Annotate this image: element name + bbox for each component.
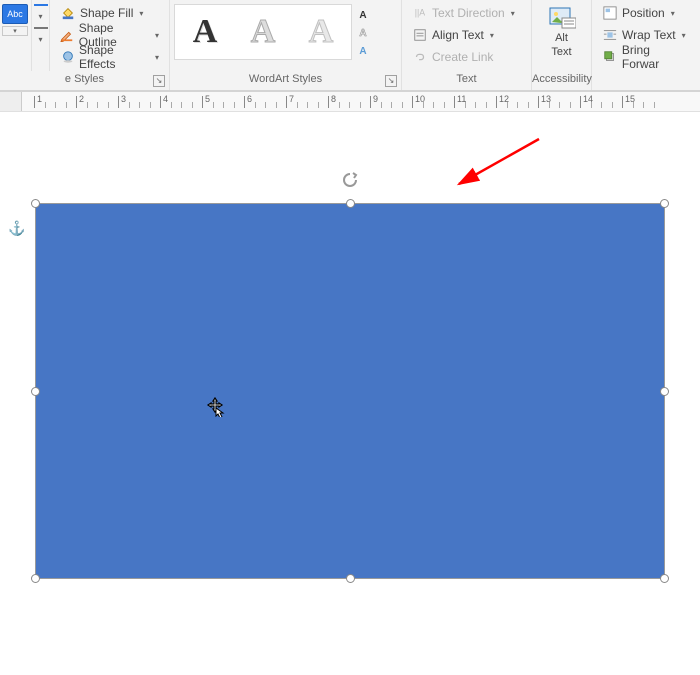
shape-effects-button[interactable]: Shape Effects ▾ — [56, 46, 163, 68]
shape-effects-label: Shape Effects — [79, 43, 149, 71]
ruler-ticks: 123456789101112131415 — [22, 92, 700, 112]
text-group: ||A Text Direction ▾ Align Text ▾ Create… — [402, 0, 532, 72]
chevron-down-icon[interactable]: ▾ — [155, 31, 159, 40]
line-style-group: ▾ ▾ — [32, 0, 50, 72]
resize-handle-br[interactable] — [660, 574, 669, 583]
object-anchor-icon: ⚓ — [8, 220, 25, 237]
text-fill-button[interactable]: A — [354, 10, 372, 24]
wrap-text-icon — [602, 27, 618, 43]
position-label: Position — [622, 6, 665, 20]
text-outline-button[interactable]: A — [354, 28, 372, 42]
wordart-style-3[interactable]: A — [293, 7, 349, 57]
text-direction-button: ||A Text Direction ▾ — [408, 2, 525, 24]
resize-handle-tm[interactable] — [346, 199, 355, 208]
wrap-text-label: Wrap Text — [622, 28, 676, 42]
wordart-gallery[interactable]: A A A — [174, 4, 352, 60]
align-text-icon — [412, 27, 428, 43]
text-direction-label: Text Direction — [432, 6, 505, 20]
wordart-style-1[interactable]: A — [177, 7, 233, 57]
text-group-label: Text — [402, 71, 532, 90]
text-direction-icon: ||A — [412, 5, 428, 21]
alt-text-icon — [548, 6, 576, 30]
resize-handle-bl[interactable] — [31, 574, 40, 583]
shape-fill-label: Shape Fill — [80, 6, 133, 20]
line-weight-swatch[interactable] — [34, 27, 48, 29]
accessibility-group-label: Accessibility — [532, 71, 592, 90]
bring-forward-label: Bring Forwar — [622, 43, 690, 71]
bring-forward-icon — [602, 49, 618, 65]
chevron-down-icon[interactable]: ▾ — [38, 35, 42, 44]
chevron-down-icon: ▾ — [511, 9, 515, 18]
shape-style-swatch-group: Abc ▾ — [0, 0, 32, 72]
rotation-handle[interactable] — [341, 171, 359, 189]
position-button[interactable]: Position ▾ — [598, 2, 694, 24]
annotation-arrow — [444, 134, 544, 190]
shape-style-swatch[interactable]: Abc — [2, 4, 28, 24]
rectangle-shape[interactable] — [35, 203, 665, 579]
dialog-launcher-icon[interactable]: ↘ — [153, 75, 165, 87]
chevron-down-icon[interactable]: ▾ — [155, 53, 159, 62]
dialog-launcher-icon[interactable]: ↘ — [385, 75, 397, 87]
chevron-down-icon[interactable]: ▾ — [38, 12, 42, 21]
resize-handle-tl[interactable] — [31, 199, 40, 208]
resize-handle-ml[interactable] — [31, 387, 40, 396]
ruler-corner — [0, 92, 22, 112]
bring-forward-button[interactable]: Bring Forwar — [598, 46, 694, 68]
shape-style-swatch-dropdown[interactable]: ▾ — [2, 26, 28, 36]
alt-text-button[interactable]: Alt Text — [538, 4, 585, 60]
shape-format-group: Shape Fill ▾ Shape Outline ▾ Shape Effec… — [50, 0, 170, 72]
effects-icon — [60, 49, 75, 65]
selected-shape-container — [29, 197, 671, 585]
resize-handle-bm[interactable] — [346, 574, 355, 583]
chevron-down-icon[interactable]: ▾ — [490, 31, 494, 40]
bucket-icon — [60, 5, 76, 21]
position-icon — [602, 5, 618, 21]
accessibility-group: Alt Text — [532, 0, 592, 72]
alt-text-label-1: Alt — [555, 32, 568, 44]
wordart-style-2[interactable]: A — [235, 7, 291, 57]
text-effects-button[interactable]: A — [354, 46, 372, 60]
ribbon-group-labels: e Styles↘ WordArt Styles↘ Text Accessibi… — [0, 71, 700, 91]
chevron-down-icon[interactable]: ▾ — [671, 9, 675, 18]
document-canvas[interactable]: ⚓ — [0, 112, 700, 675]
alt-text-label-2: Text — [551, 46, 571, 58]
arrange-group: Position ▾ Wrap Text ▾ Bring Forwar — [592, 0, 700, 72]
resize-handle-tr[interactable] — [660, 199, 669, 208]
svg-text:||A: ||A — [415, 8, 426, 18]
shape-styles-group-label: e Styles↘ — [0, 71, 170, 90]
chevron-down-icon[interactable]: ▾ — [682, 31, 686, 40]
wordart-styles-group-label: WordArt Styles↘ — [170, 71, 402, 90]
chevron-down-icon[interactable]: ▾ — [139, 9, 143, 18]
align-text-label: Align Text — [432, 28, 484, 42]
ribbon: Abc ▾ ▾ ▾ Shape Fill ▾ Shape Outline — [0, 0, 700, 92]
align-text-button[interactable]: Align Text ▾ — [408, 24, 525, 46]
link-icon — [412, 49, 428, 65]
wordart-styles-group: A A A A A A — [170, 0, 402, 72]
create-link-button: Create Link — [408, 46, 525, 68]
arrange-group-label — [592, 71, 700, 90]
create-link-label: Create Link — [432, 50, 493, 64]
resize-handle-mr[interactable] — [660, 387, 669, 396]
move-cursor-icon — [205, 397, 225, 417]
horizontal-ruler[interactable]: 123456789101112131415 — [0, 92, 700, 112]
line-color-swatch[interactable] — [34, 4, 48, 6]
pencil-icon — [60, 27, 75, 43]
